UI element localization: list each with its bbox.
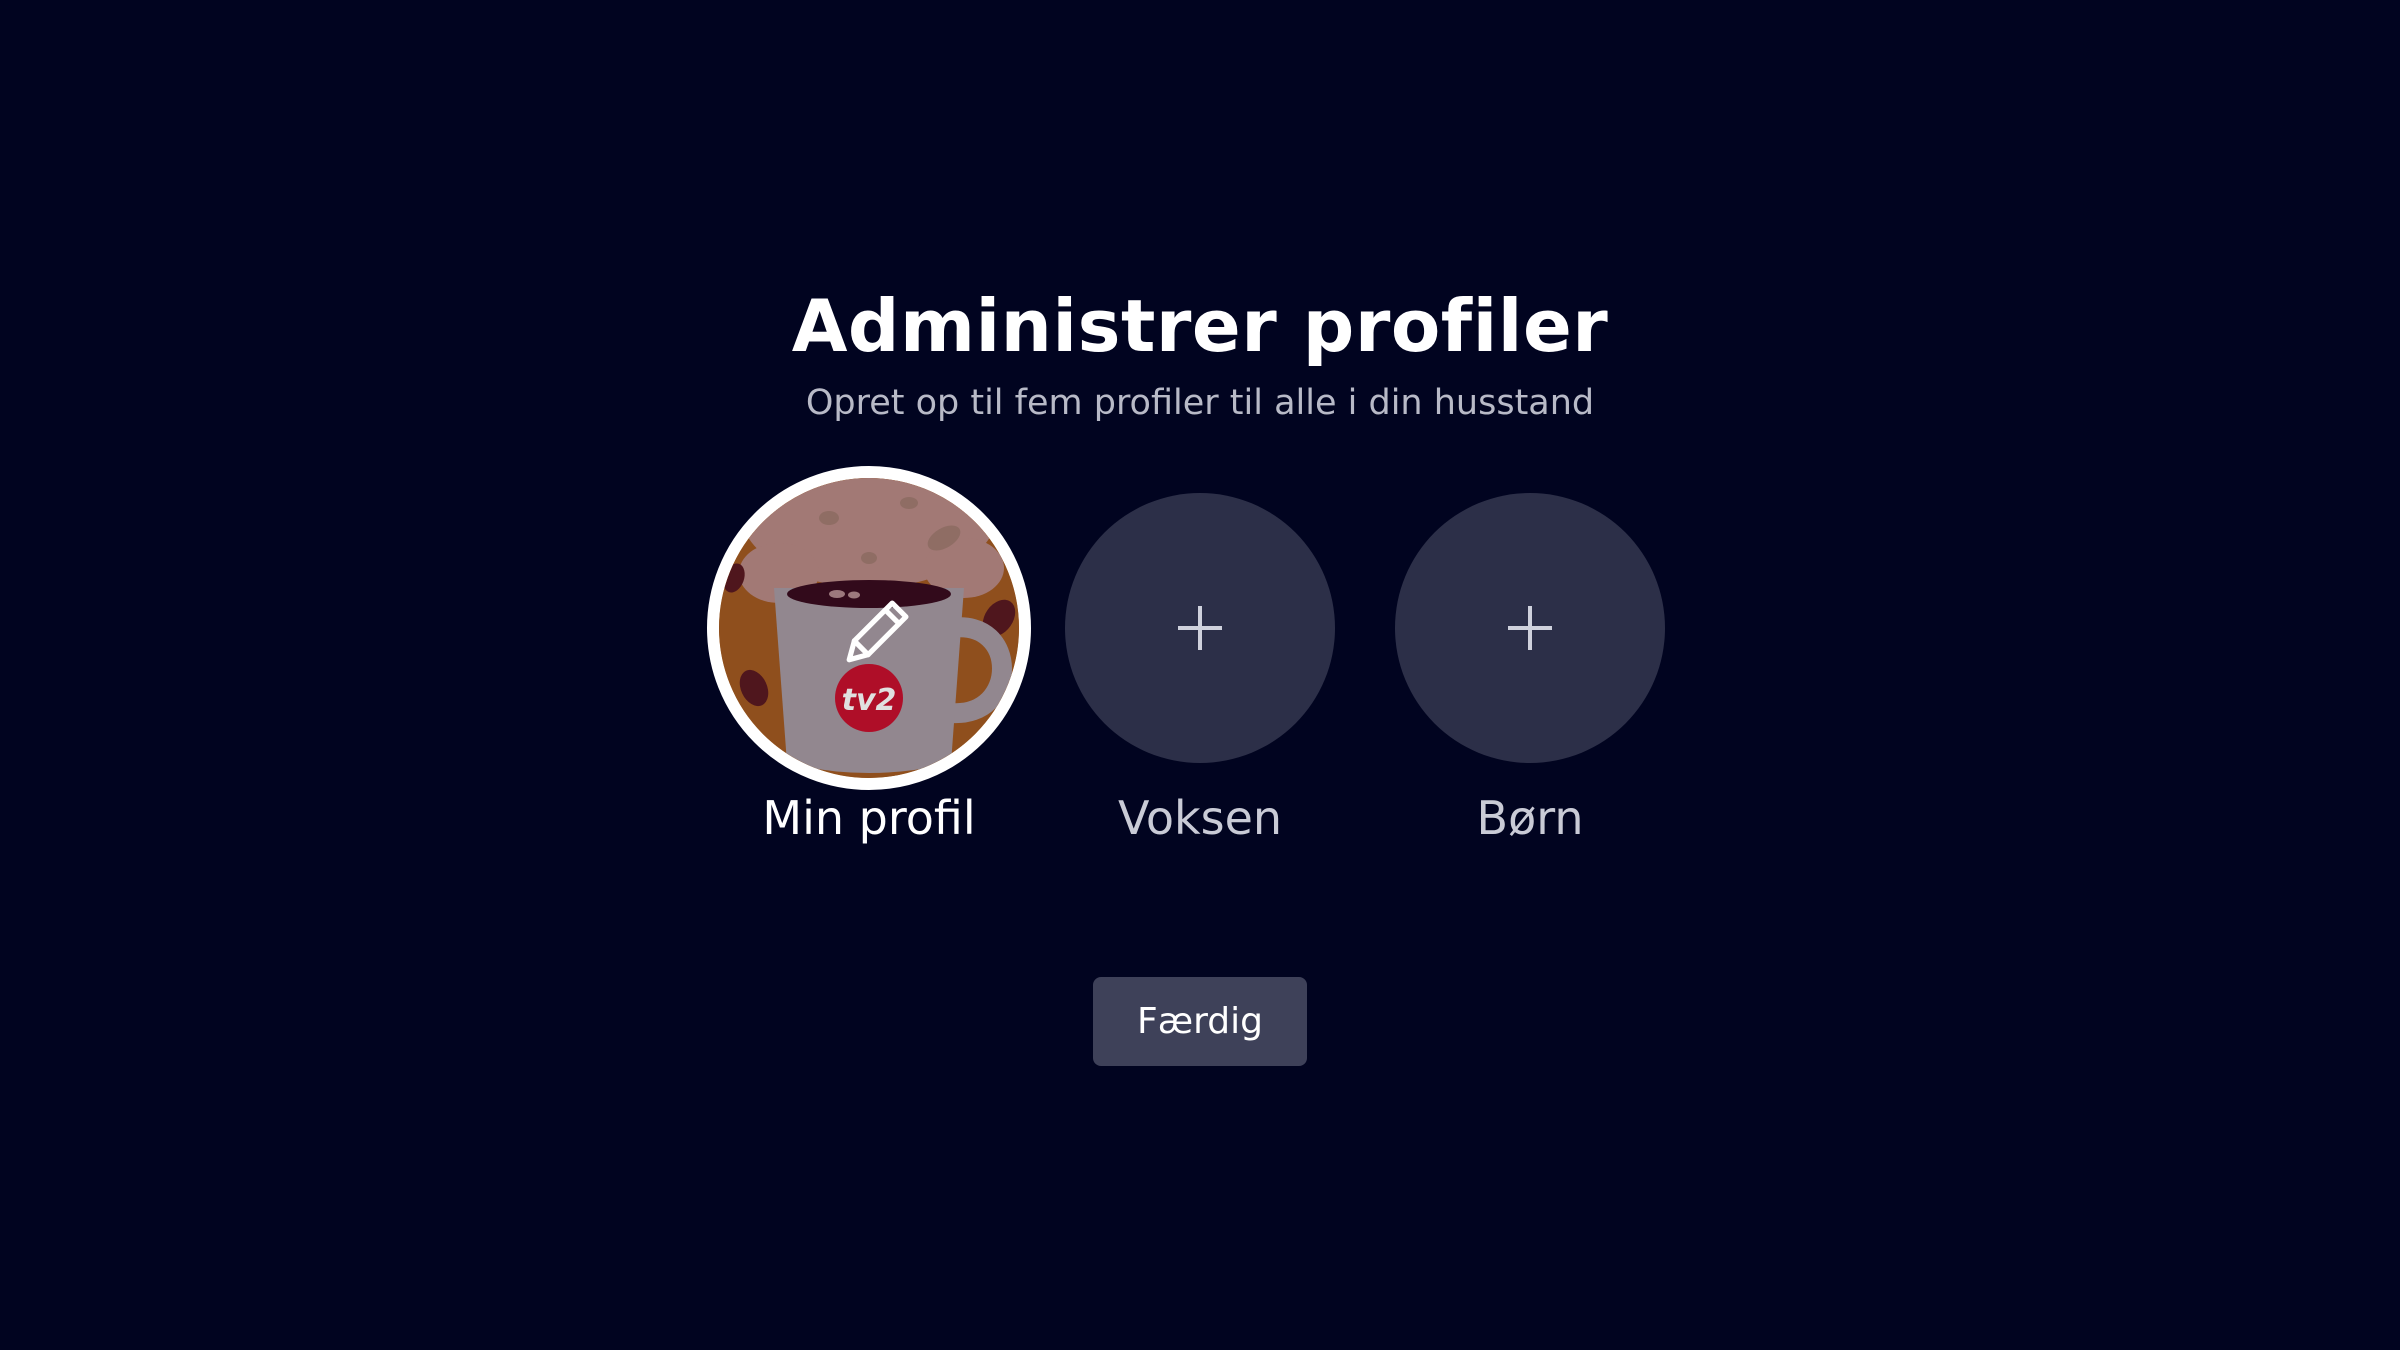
add-profile-avatar[interactable]: [1395, 493, 1665, 763]
plus-icon: [1178, 606, 1222, 650]
manage-profiles-screen: Administrer profiler Opret op til fem pr…: [0, 0, 2400, 1350]
profile-min-profil[interactable]: tv2 Min profil: [707, 466, 1031, 846]
add-profile-avatar[interactable]: [1065, 493, 1335, 763]
profile-boern-add[interactable]: Børn: [1395, 493, 1665, 846]
page-subtitle: Opret op til fem profiler til alle i din…: [805, 383, 1595, 423]
profile-voksen-add[interactable]: Voksen: [1065, 493, 1335, 846]
page-title: Administrer profiler: [791, 284, 1609, 368]
profile-avatar[interactable]: tv2: [707, 466, 1031, 790]
profile-label: Voksen: [1117, 791, 1283, 845]
plus-icon: [1508, 606, 1552, 650]
done-button[interactable]: Færdig: [1093, 977, 1307, 1066]
profile-label: Børn: [1476, 791, 1584, 845]
profile-label: Min profil: [762, 791, 976, 845]
pencil-icon: [846, 600, 909, 663]
